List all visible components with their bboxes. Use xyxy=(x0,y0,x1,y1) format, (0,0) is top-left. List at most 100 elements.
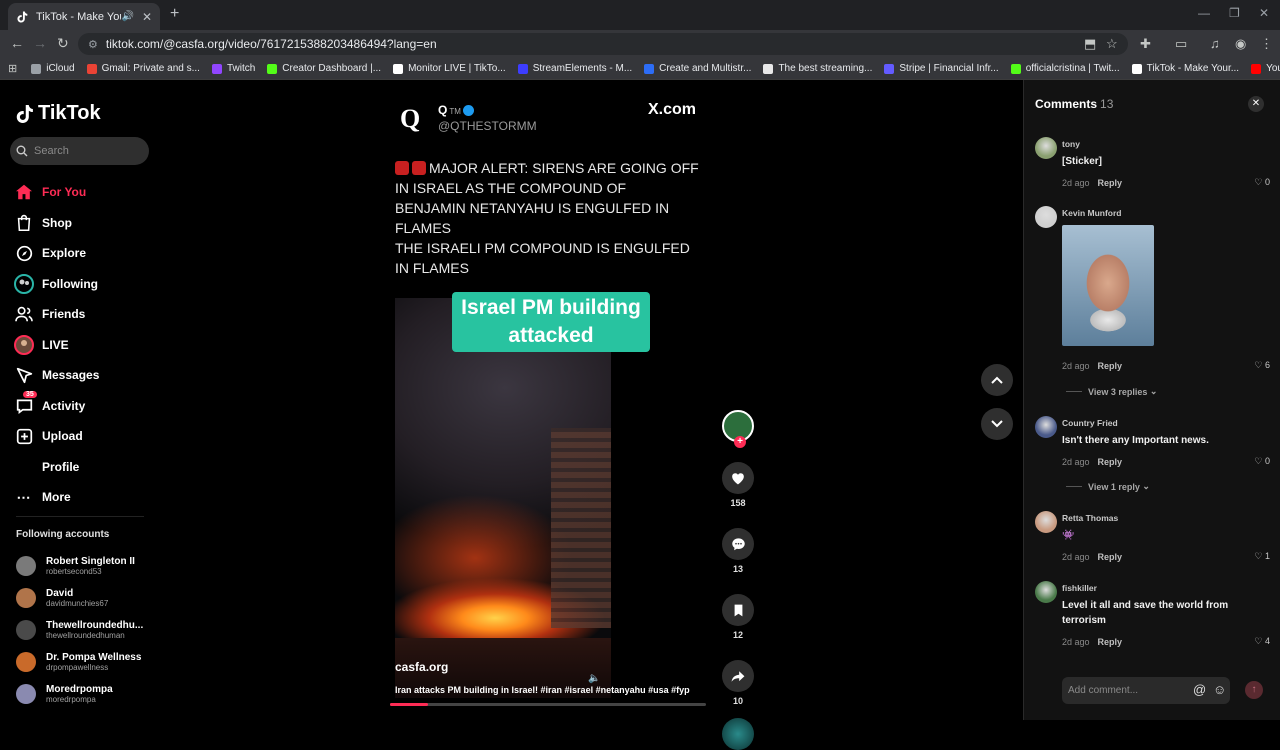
nav-item-activity[interactable]: 35 Activity xyxy=(14,390,154,422)
view-replies-button[interactable]: View 3 replies ⌄ xyxy=(1066,386,1157,397)
following-account-item[interactable]: David davidmunchies67 xyxy=(16,582,151,614)
commenter-avatar[interactable] xyxy=(1035,416,1057,438)
nav-item-friends[interactable]: Friends xyxy=(14,299,154,330)
comment-like[interactable]: ♡ 1 xyxy=(1254,551,1270,562)
reply-button[interactable]: Reply xyxy=(1098,552,1123,562)
speaker-icon[interactable]: 🔊 xyxy=(121,11,133,22)
comment-action[interactable]: 13 xyxy=(722,528,754,574)
search-input[interactable]: Search xyxy=(10,137,149,165)
browser-tab-active[interactable]: TikTok - Make Your Day 🔊 ✕ xyxy=(8,3,160,30)
commenter-avatar[interactable] xyxy=(1035,206,1057,228)
following-account-item[interactable]: Thewellroundedhu... thewellroundedhuman xyxy=(16,614,151,646)
bookmark-item[interactable]: Create and Multistr... xyxy=(644,63,751,74)
bookmark-item[interactable]: Stripe | Financial Infr... xyxy=(884,63,999,74)
following-account-item[interactable]: Moredrpompa moredrpompa xyxy=(16,678,151,710)
send-comment-button[interactable]: ↑ xyxy=(1245,681,1263,699)
nav-item-more[interactable]: ⋯ More xyxy=(14,482,154,513)
reload-icon[interactable]: ↻ xyxy=(57,35,69,52)
reply-button[interactable]: Reply xyxy=(1098,178,1123,188)
apps-grid-icon[interactable]: ⊞ xyxy=(8,62,17,75)
nav-item-shop[interactable]: Shop xyxy=(14,208,154,239)
chrome-menu-icon[interactable]: ⋮ xyxy=(1260,36,1273,52)
bookmark-item[interactable]: Twitch xyxy=(211,63,255,74)
bookmark-item[interactable]: TikTok - Make Your... xyxy=(1131,63,1239,74)
reply-button[interactable]: Reply xyxy=(1098,361,1123,371)
share-arrow-icon[interactable] xyxy=(722,660,754,692)
extensions-icon[interactable]: ✚ xyxy=(1140,36,1151,52)
commenter-name[interactable]: tony xyxy=(1062,139,1080,149)
close-comments-icon[interactable]: ✕ xyxy=(1248,96,1264,112)
forward-icon[interactable]: → xyxy=(33,35,47,51)
nav-item-profile[interactable]: Profile xyxy=(14,452,154,483)
nav-item-for-you[interactable]: For You xyxy=(14,177,154,208)
bookmark-item[interactable]: The best streaming... xyxy=(763,63,872,74)
bookmark-item[interactable]: Gmail: Private and s... xyxy=(86,63,200,74)
reply-button[interactable]: Reply xyxy=(1098,637,1123,647)
view-replies-button[interactable]: View 1 reply ⌄ xyxy=(1066,481,1150,492)
volume-icon[interactable]: 🔈 xyxy=(588,673,600,684)
save-action[interactable]: 12 xyxy=(722,594,754,640)
comment-bubble-icon[interactable] xyxy=(722,528,754,560)
maximize-icon[interactable]: ❐ xyxy=(1229,6,1240,20)
nav-item-explore[interactable]: Explore xyxy=(14,238,154,269)
comment-like[interactable]: ♡ 0 xyxy=(1254,177,1270,188)
commenter-avatar[interactable] xyxy=(1035,511,1057,533)
comment-photo-sticker[interactable] xyxy=(1062,225,1154,346)
site-info-icon[interactable]: ⚙ xyxy=(88,38,98,51)
follow-plus-icon[interactable]: + xyxy=(734,436,746,448)
creator-avatar[interactable]: + xyxy=(722,410,754,448)
install-app-icon[interactable]: ⬒ xyxy=(1084,36,1096,52)
comments-count: 13 xyxy=(1100,97,1114,111)
commenter-name[interactable]: fishkiller xyxy=(1062,583,1097,593)
nav-item-messages[interactable]: Messages xyxy=(14,360,154,391)
comment-like[interactable]: ♡ 4 xyxy=(1254,636,1270,647)
tab-close-icon[interactable]: ✕ xyxy=(142,10,152,24)
mention-icon[interactable]: @ xyxy=(1193,682,1206,697)
commenter-name[interactable]: Kevin Munford xyxy=(1062,208,1122,218)
minimize-icon[interactable]: — xyxy=(1198,6,1210,20)
address-bar[interactable]: ⚙ tiktok.com/@casfa.org/video/7617215388… xyxy=(78,33,1128,55)
following-account-item[interactable]: Robert Singleton II robertsecond53 xyxy=(16,550,151,582)
next-video-button[interactable] xyxy=(981,408,1013,440)
nav-item-upload[interactable]: Upload xyxy=(14,421,154,452)
video-author[interactable]: casfa.org xyxy=(395,660,448,674)
share-action[interactable]: 10 xyxy=(722,660,754,706)
heart-icon[interactable] xyxy=(722,462,754,494)
like-action[interactable]: 158 xyxy=(722,462,754,508)
bookmark-item[interactable]: Creator Dashboard |... xyxy=(267,63,381,74)
reply-button[interactable]: Reply xyxy=(1098,457,1123,467)
commenter-name[interactable]: Retta Thomas xyxy=(1062,513,1118,523)
add-comment-input[interactable]: Add comment... @ ☺ xyxy=(1062,677,1230,704)
back-icon[interactable]: ← xyxy=(10,35,24,51)
comment-like[interactable]: ♡ 6 xyxy=(1254,360,1270,371)
nav-item-following[interactable]: Following xyxy=(14,269,154,300)
profile-icon[interactable]: ◉ xyxy=(1235,36,1246,52)
bookmark-item[interactable]: YouTube xyxy=(1251,63,1280,74)
comment-like[interactable]: ♡ 0 xyxy=(1254,456,1270,467)
comment-time: 2d ago xyxy=(1062,637,1090,647)
bookmark-item[interactable]: StreamElements - M... xyxy=(517,63,632,74)
account-handle: davidmunchies67 xyxy=(46,599,109,608)
following-account-item[interactable]: Dr. Pompa Wellness drpompawellness xyxy=(16,646,151,678)
commenter-avatar[interactable] xyxy=(1035,137,1057,159)
video-description: Iran attacks PM building in Israel! #ira… xyxy=(395,685,690,695)
nav-item-live[interactable]: LIVE xyxy=(14,330,154,361)
media-control-icon[interactable]: ♫ xyxy=(1210,36,1220,51)
video-player[interactable]: Q Q TM @QTHESTORMM X.com MAJOR ALERT: SIR… xyxy=(388,88,708,708)
music-disc-icon[interactable] xyxy=(722,718,754,750)
nav-label: LIVE xyxy=(42,337,69,352)
bookmark-icon[interactable] xyxy=(722,594,754,626)
bookmark-item[interactable]: Monitor LIVE | TikTo... xyxy=(393,63,506,74)
bookmark-star-icon[interactable]: ☆ xyxy=(1106,36,1118,52)
window-close-icon[interactable]: ✕ xyxy=(1259,6,1269,20)
commenter-name[interactable]: Country Fried xyxy=(1062,418,1118,428)
previous-video-button[interactable] xyxy=(981,364,1013,396)
bookmark-item[interactable]: iCloud xyxy=(31,63,75,74)
commenter-avatar[interactable] xyxy=(1035,581,1057,603)
video-progress-bar[interactable] xyxy=(390,703,706,706)
emoji-icon[interactable]: ☺ xyxy=(1213,682,1226,697)
side-panel-icon[interactable]: ▭ xyxy=(1175,36,1187,52)
new-tab-button[interactable]: + xyxy=(170,5,179,23)
bookmark-item[interactable]: officialcristina | Twit... xyxy=(1010,63,1120,74)
tiktok-logo[interactable]: TikTok xyxy=(16,102,101,125)
